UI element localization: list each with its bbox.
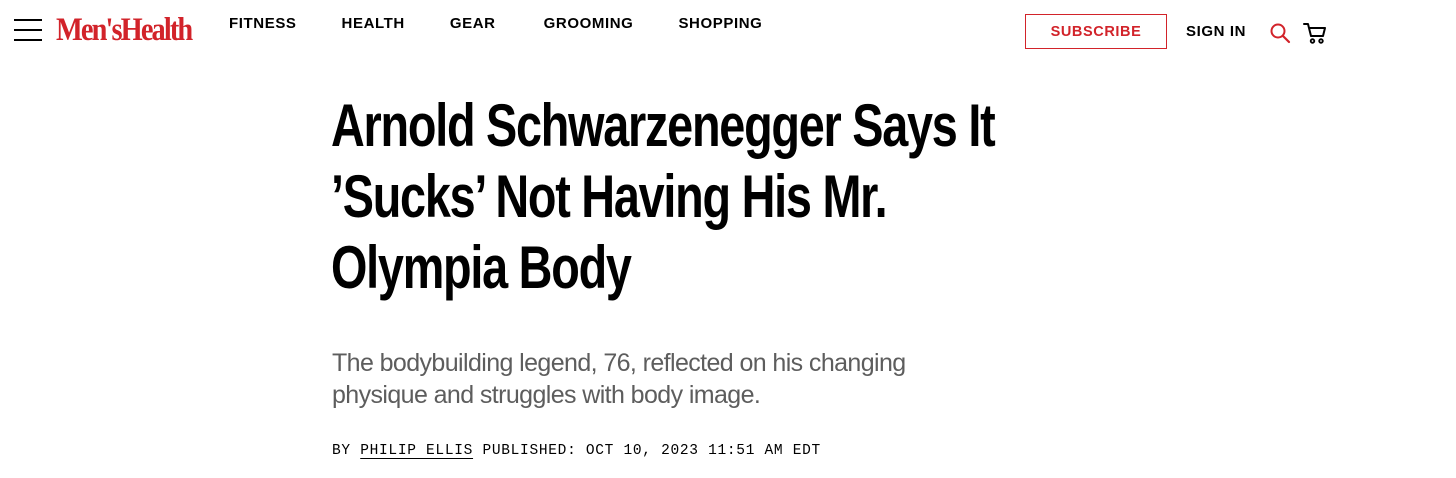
cart-icon[interactable]: [1302, 21, 1328, 45]
nav-item-shopping[interactable]: SHOPPING: [678, 14, 762, 34]
published-date: OCT 10, 2023 11:51 AM EDT: [585, 443, 821, 459]
search-icon[interactable]: [1269, 22, 1291, 44]
author-link[interactable]: PHILIP ELLIS: [360, 443, 473, 459]
article-byline: BY PHILIP ELLIS PUBLISHED: OCT 10, 2023 …: [332, 441, 821, 461]
subscribe-button[interactable]: SUBSCRIBE: [1025, 14, 1167, 49]
site-header: Men'sHealth FITNESS HEALTH GEAR GROOMING…: [0, 0, 1456, 62]
nav-item-fitness[interactable]: FITNESS: [229, 14, 297, 34]
nav-item-health[interactable]: HEALTH: [342, 14, 405, 34]
nav-item-grooming[interactable]: GROOMING: [544, 14, 634, 34]
nav-item-gear[interactable]: GEAR: [450, 14, 496, 34]
article-dek: The bodybuilding legend, 76, reflected o…: [332, 349, 906, 409]
byline-by-label: BY: [332, 443, 351, 459]
article-headline: Arnold Schwarzenegger Says It ’Sucks’ No…: [331, 92, 996, 301]
main-nav: FITNESS HEALTH GEAR GROOMING SHOPPING: [229, 14, 807, 34]
published-label: PUBLISHED:: [482, 443, 577, 459]
site-logo[interactable]: Men'sHealth: [56, 10, 193, 50]
sign-in-link[interactable]: SIGN IN: [1186, 22, 1246, 42]
hamburger-menu-icon[interactable]: [14, 16, 42, 44]
